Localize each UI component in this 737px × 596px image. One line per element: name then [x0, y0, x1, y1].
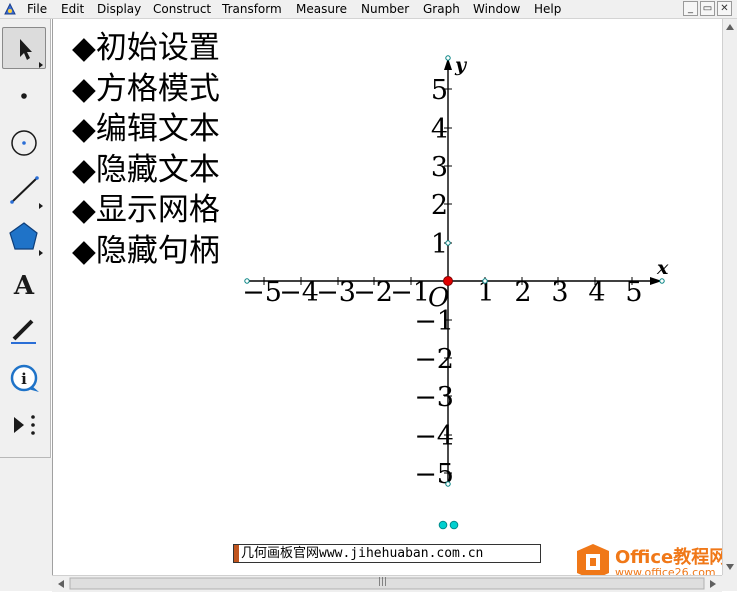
compass-icon: [11, 130, 37, 156]
text-tool[interactable]: A: [2, 263, 46, 305]
scroll-corner: [722, 575, 737, 591]
close-button[interactable]: ✕: [717, 1, 732, 16]
arrow-tool[interactable]: [2, 27, 46, 69]
menu-construct[interactable]: Construct: [153, 2, 211, 16]
menu-measure[interactable]: Measure: [296, 2, 347, 16]
text-item-show-grid[interactable]: ◆显示网格: [72, 190, 220, 231]
straightedge-tool[interactable]: [2, 169, 46, 211]
menu-transform[interactable]: Transform: [222, 2, 282, 16]
arrow-select-icon: [20, 39, 43, 68]
point-tool[interactable]: [2, 75, 46, 117]
restore-button[interactable]: ▭: [700, 1, 715, 16]
menu-file[interactable]: File: [27, 2, 47, 16]
vertical-scroll-arrows: [726, 24, 734, 570]
menu-window[interactable]: Window: [473, 2, 520, 16]
menu-edit[interactable]: Edit: [61, 2, 84, 16]
minimize-button[interactable]: _: [683, 1, 698, 16]
text-item-initial-settings[interactable]: ◆初始设置: [72, 28, 220, 69]
custom-tool-icon: [14, 415, 35, 435]
text-item-grid-mode[interactable]: ◆方格模式: [72, 69, 220, 110]
svg-text:A: A: [13, 271, 35, 301]
marker-tool[interactable]: [2, 310, 46, 352]
text-tool-icon: A: [13, 271, 35, 301]
menu-graph[interactable]: Graph: [423, 2, 460, 16]
scroll-grip-icon: |||: [378, 577, 388, 587]
menu-number[interactable]: Number: [361, 2, 409, 16]
marker-icon: [11, 319, 36, 344]
scroll-right-icon[interactable]: [710, 580, 716, 588]
polygon-icon: [9, 222, 43, 256]
website-caption[interactable]: 几何画板官网www.jihehuaban.com.cn: [233, 544, 541, 563]
menu-bar: File Edit Display Construct Transform Me…: [0, 0, 737, 19]
custom-tool[interactable]: [2, 404, 46, 446]
information-tool[interactable]: i: [2, 357, 46, 399]
text-items: ◆初始设置 ◆方格模式 ◆编辑文本 ◆隐藏文本 ◆显示网格 ◆隐藏句柄: [72, 28, 220, 271]
scroll-down-icon[interactable]: [726, 564, 734, 570]
caption-handle: [234, 545, 239, 562]
scroll-left-icon[interactable]: [58, 580, 64, 588]
app-icon[interactable]: [3, 2, 17, 16]
text-item-hide-handles[interactable]: ◆隐藏句柄: [72, 231, 220, 272]
straightedge-icon: [10, 176, 43, 209]
toolbox: A i: [0, 19, 51, 458]
menu-display[interactable]: Display: [97, 2, 141, 16]
toolbox-empty-area: [0, 458, 52, 591]
svg-text:i: i: [21, 370, 27, 388]
polygon-tool[interactable]: [2, 216, 46, 258]
text-item-edit-text[interactable]: ◆编辑文本: [72, 109, 220, 150]
menu-help[interactable]: Help: [534, 2, 561, 16]
horizontal-scrollbar[interactable]: |||: [52, 575, 722, 592]
compass-tool[interactable]: [2, 122, 46, 164]
information-icon: i: [10, 364, 39, 392]
text-item-hide-text[interactable]: ◆隐藏文本: [72, 150, 220, 191]
vertical-scrollbar[interactable]: [722, 19, 737, 575]
scroll-up-icon[interactable]: [726, 24, 734, 30]
point-tool-icon: [21, 93, 27, 99]
caption-text: 几何画板官网www.jihehuaban.com.cn: [241, 546, 484, 561]
